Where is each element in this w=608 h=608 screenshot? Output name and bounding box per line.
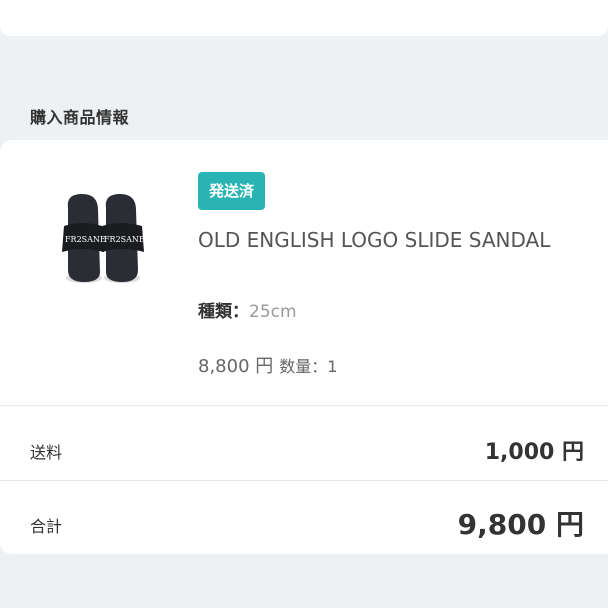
item-quantity: 数量：1	[279, 357, 338, 376]
product-name[interactable]: OLD ENGLISH LOGO SLIDE SANDAL	[198, 226, 590, 255]
section-title: 購入商品情報	[30, 108, 130, 127]
variant-label: 種類：	[198, 302, 249, 322]
total-value: 9,800 円	[457, 508, 584, 541]
divider	[0, 480, 608, 481]
variant-value: 25cm	[249, 302, 297, 322]
shipping-value: 1,000 円	[484, 440, 584, 465]
item-price: 8,800 円	[198, 356, 274, 377]
total-label: 合計	[30, 517, 63, 536]
divider	[0, 405, 608, 406]
price-row: 8,800 円数量：1	[198, 352, 337, 378]
product-image[interactable]: FR2SANE FR2SANE	[42, 180, 162, 300]
previous-card	[0, 0, 608, 36]
variant-row: 種類：25cm	[198, 297, 297, 322]
sandal-logo-right: FR2SANE	[104, 235, 145, 244]
sandal-image: FR2SANE FR2SANE	[62, 194, 145, 283]
status-badge: 発送済	[198, 172, 266, 210]
shipping-label: 送料	[30, 443, 63, 462]
sandal-logo-left: FR2SANE	[65, 235, 106, 244]
